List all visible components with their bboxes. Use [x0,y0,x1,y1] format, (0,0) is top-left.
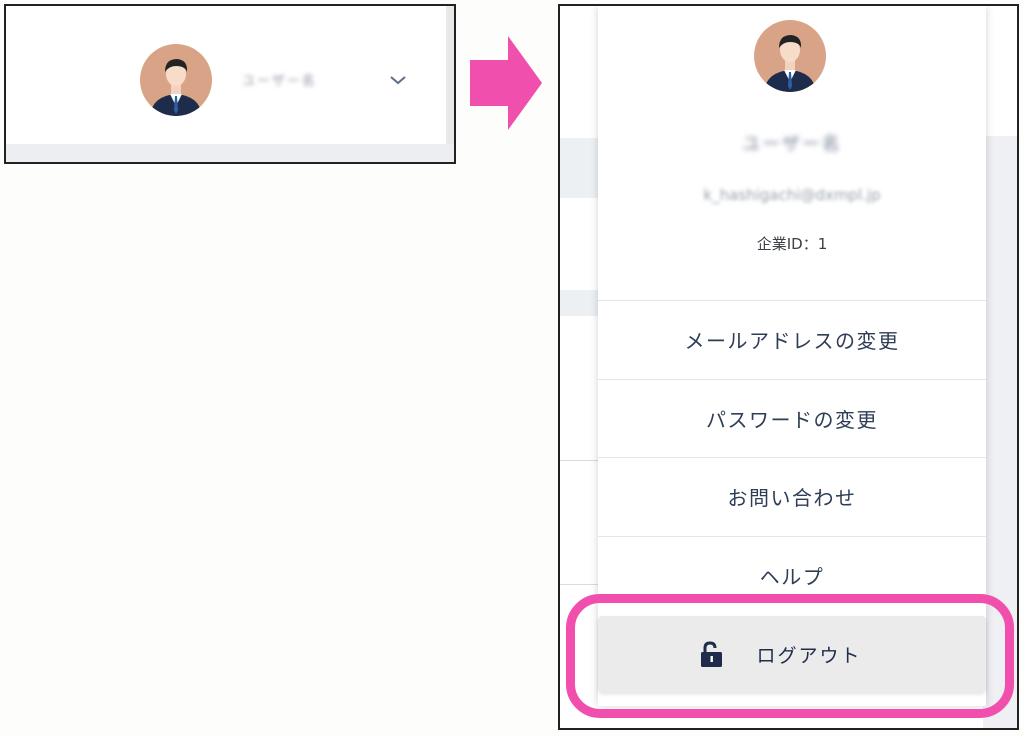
expanded-view: ユーザー名 k_hashigachi@dxmpl.jp 企業ID：1 メールアド… [558,4,1019,730]
profile-email: k_hashigachi@dxmpl.jp [703,186,881,204]
company-id: 企業ID：1 [756,235,828,253]
account-dropdown-menu: ユーザー名 k_hashigachi@dxmpl.jp 企業ID：1 メールアド… [598,6,986,706]
background-gutter [983,6,1017,728]
user-avatar-icon [754,20,826,92]
menu-item-label: お問い合わせ [727,486,857,511]
menu-item-contact[interactable]: お問い合わせ [598,457,986,536]
scrollbar[interactable] [446,6,454,146]
user-avatar-icon[interactable] [140,44,212,116]
background-divider [560,460,600,461]
logout-button[interactable]: ログアウト [598,616,986,692]
right-arrow-icon [470,36,542,130]
header-divider [6,144,454,162]
background-divider [560,584,600,585]
chevron-down-icon[interactable] [386,70,410,90]
profile-section: ユーザー名 k_hashigachi@dxmpl.jp 企業ID：1 [598,6,986,300]
menu-item-label: ヘルプ [759,564,825,589]
unlock-icon [701,641,723,667]
background-row [560,138,600,198]
menu-item-change-password[interactable]: パスワードの変更 [598,378,986,458]
menu-item-change-email[interactable]: メールアドレスの変更 [598,300,986,379]
profile-username: ユーザー名 [742,134,842,155]
menu-item-label: パスワードの変更 [706,407,878,432]
background-gutter-top [983,6,1017,136]
header-username[interactable]: ユーザー名 [242,70,317,90]
menu-item-help[interactable]: ヘルプ [598,535,986,615]
collapsed-header: ユーザー名 [4,4,456,164]
menu-item-label: メールアドレスの変更 [684,329,900,354]
logout-label: ログアウト [756,644,862,667]
background-row [560,290,600,316]
